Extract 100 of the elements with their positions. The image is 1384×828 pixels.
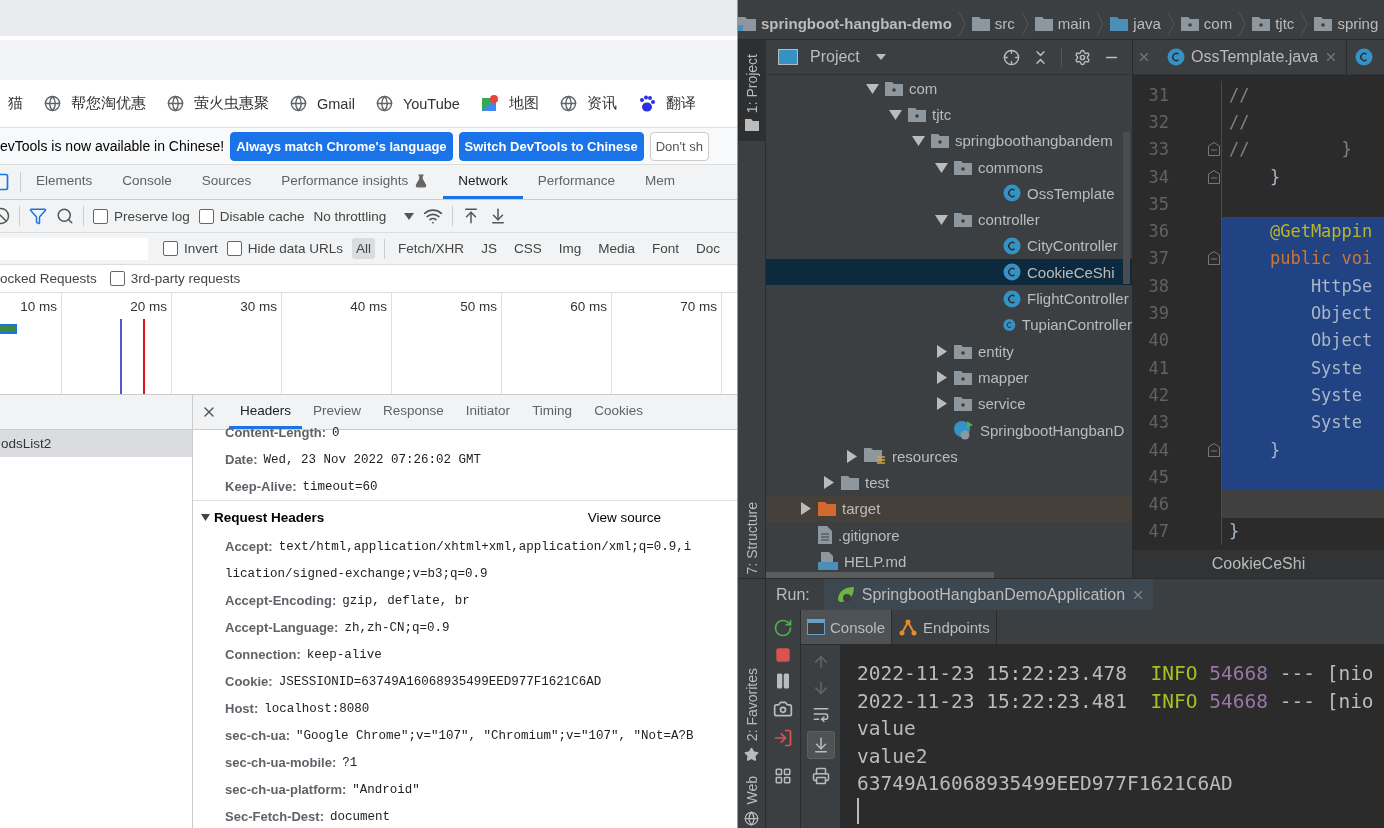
collapsed-arrow-icon[interactable] [822,476,835,490]
bookmark-link[interactable]: 资讯 [586,94,617,113]
tool-window-button[interactable]: 1: Project [738,40,766,142]
pause-icon[interactable] [774,672,792,690]
fold-marker-icon[interactable] [1208,442,1220,457]
expand-triangle-icon[interactable] [201,512,210,522]
locate-icon[interactable] [1003,48,1020,66]
expanded-arrow-icon[interactable] [866,81,879,95]
throttling-select[interactable]: No throttling [313,208,415,224]
bookmark-link[interactable]: 帮您淘优惠 [71,94,146,113]
devtools-tab[interactable]: Sources [186,165,267,199]
bookmark-link[interactable]: 地图 [508,94,539,113]
detail-tab[interactable]: Headers [229,395,303,429]
expanded-arrow-icon[interactable] [889,107,902,121]
search-icon[interactable] [56,207,74,225]
fold-marker-icon[interactable] [1208,142,1220,157]
expanded-arrow-icon[interactable] [935,213,948,227]
camera-icon[interactable] [773,699,793,719]
tree-item[interactable]: com [766,75,1132,102]
tree-item[interactable]: HELP.md [766,548,1132,575]
breadcrumb[interactable]: springboot-hangban-demo [761,15,952,32]
breadcrumb[interactable]: src [994,15,1015,32]
network-conditions-icon[interactable] [423,206,444,226]
console-tab[interactable]: Console [801,610,893,644]
tree-item[interactable]: TupianController [766,311,1132,338]
filter-icon[interactable] [29,207,47,225]
type-filter[interactable]: All [352,238,376,259]
settings-icon[interactable] [1074,48,1091,66]
tool-window-button[interactable]: 7: Structure [738,495,766,578]
request-row[interactable]: odsList2 [0,430,192,457]
print-icon[interactable] [811,767,830,785]
tool-window-button[interactable]: 2: Favorites [738,610,766,769]
collapsed-arrow-icon[interactable] [935,370,948,384]
banner-button[interactable]: Switch DevTools to Chinese [458,131,644,161]
checkbox[interactable] [93,208,108,224]
scrollbar[interactable] [1123,132,1130,284]
tree-item[interactable]: entity [766,337,1132,365]
expanded-arrow-icon[interactable] [935,160,948,174]
scrollbar[interactable] [766,572,994,578]
tree-item[interactable]: .gitignore [766,522,1132,549]
tree-item[interactable]: mapper [766,364,1132,391]
tree-item[interactable]: target [766,495,1132,523]
layout-icon[interactable] [774,767,792,785]
fold-marker-icon[interactable] [1208,169,1220,184]
type-filter[interactable]: JS [477,238,501,259]
tree-item[interactable]: tjtc [766,101,1132,128]
type-filter[interactable]: Font [647,238,683,259]
devtools-tab[interactable]: Performance insights [266,165,444,199]
tree-item[interactable]: springboothangbandem [766,127,1132,154]
tree-item[interactable]: service [766,390,1132,417]
tree-item[interactable]: OssTemplate [766,180,1132,207]
breadcrumb[interactable]: java [1133,15,1161,32]
detail-tab[interactable]: Timing [521,395,584,429]
bookmark-link[interactable]: Gmail [317,95,355,112]
banner-button[interactable]: Always match Chrome's language [230,131,453,161]
type-filter[interactable]: Media [594,238,639,259]
breadcrumb[interactable]: spring [1337,15,1379,32]
rerun-icon[interactable] [773,618,793,638]
fold-marker-icon[interactable] [1208,251,1220,266]
stop-icon[interactable] [775,647,791,663]
detail-tab[interactable]: Response [372,395,455,429]
breadcrumb[interactable]: tjtc [1275,15,1295,32]
tool-window-button[interactable]: Web [738,768,766,828]
tree-item[interactable]: controller [766,206,1132,233]
bookmark-link[interactable]: YouTube [402,95,460,112]
soft-wrap-icon[interactable] [811,705,830,723]
view-source-link[interactable]: View source [587,509,661,525]
detail-tab[interactable]: Initiator [454,395,522,429]
tree-item[interactable]: commons [766,153,1132,181]
collapsed-arrow-icon[interactable] [799,502,812,516]
tree-item[interactable]: resources [766,443,1132,470]
breadcrumb[interactable]: com [1203,15,1233,32]
tree-item[interactable]: CityController [766,232,1132,260]
view-selector[interactable]: Project [810,48,886,66]
devtools-tab[interactable]: Elements [21,165,108,199]
detail-tab[interactable]: Cookies [583,395,654,429]
exit-icon[interactable] [773,728,793,748]
tree-item[interactable]: SpringbootHangbanD [766,416,1132,444]
type-filter[interactable]: Fetch/XHR [394,238,469,259]
type-filter[interactable]: CSS [509,238,546,259]
type-filter[interactable]: Doc [691,238,724,259]
expanded-arrow-icon[interactable] [912,134,925,148]
devtools-tab[interactable]: Performance [522,165,630,199]
collapsed-arrow-icon[interactable] [935,344,948,358]
breadcrumb[interactable]: main [1057,15,1091,32]
checkbox[interactable] [163,241,178,256]
devtools-tab[interactable]: Console [107,165,187,199]
checkbox[interactable] [226,241,242,256]
tree-item[interactable]: FlightController [766,285,1132,312]
bookmark-link[interactable]: 翻译 [665,94,696,113]
bookmark-link[interactable]: 猫 [8,94,23,113]
tree-item[interactable]: test [766,469,1132,496]
banner-button[interactable]: Don't sh [649,131,709,161]
checkbox[interactable] [198,208,214,224]
tree-item[interactable]: CookieCeShi [766,259,1132,286]
bookmark-link[interactable]: 萤火虫惠聚 [194,94,269,113]
devtools-tab[interactable]: Mem [629,165,690,199]
checkbox[interactable] [109,271,125,286]
run-tab[interactable]: SpringbootHangbanDemoApplication [823,579,1154,610]
console-tab[interactable]: Endpoints [892,610,997,644]
